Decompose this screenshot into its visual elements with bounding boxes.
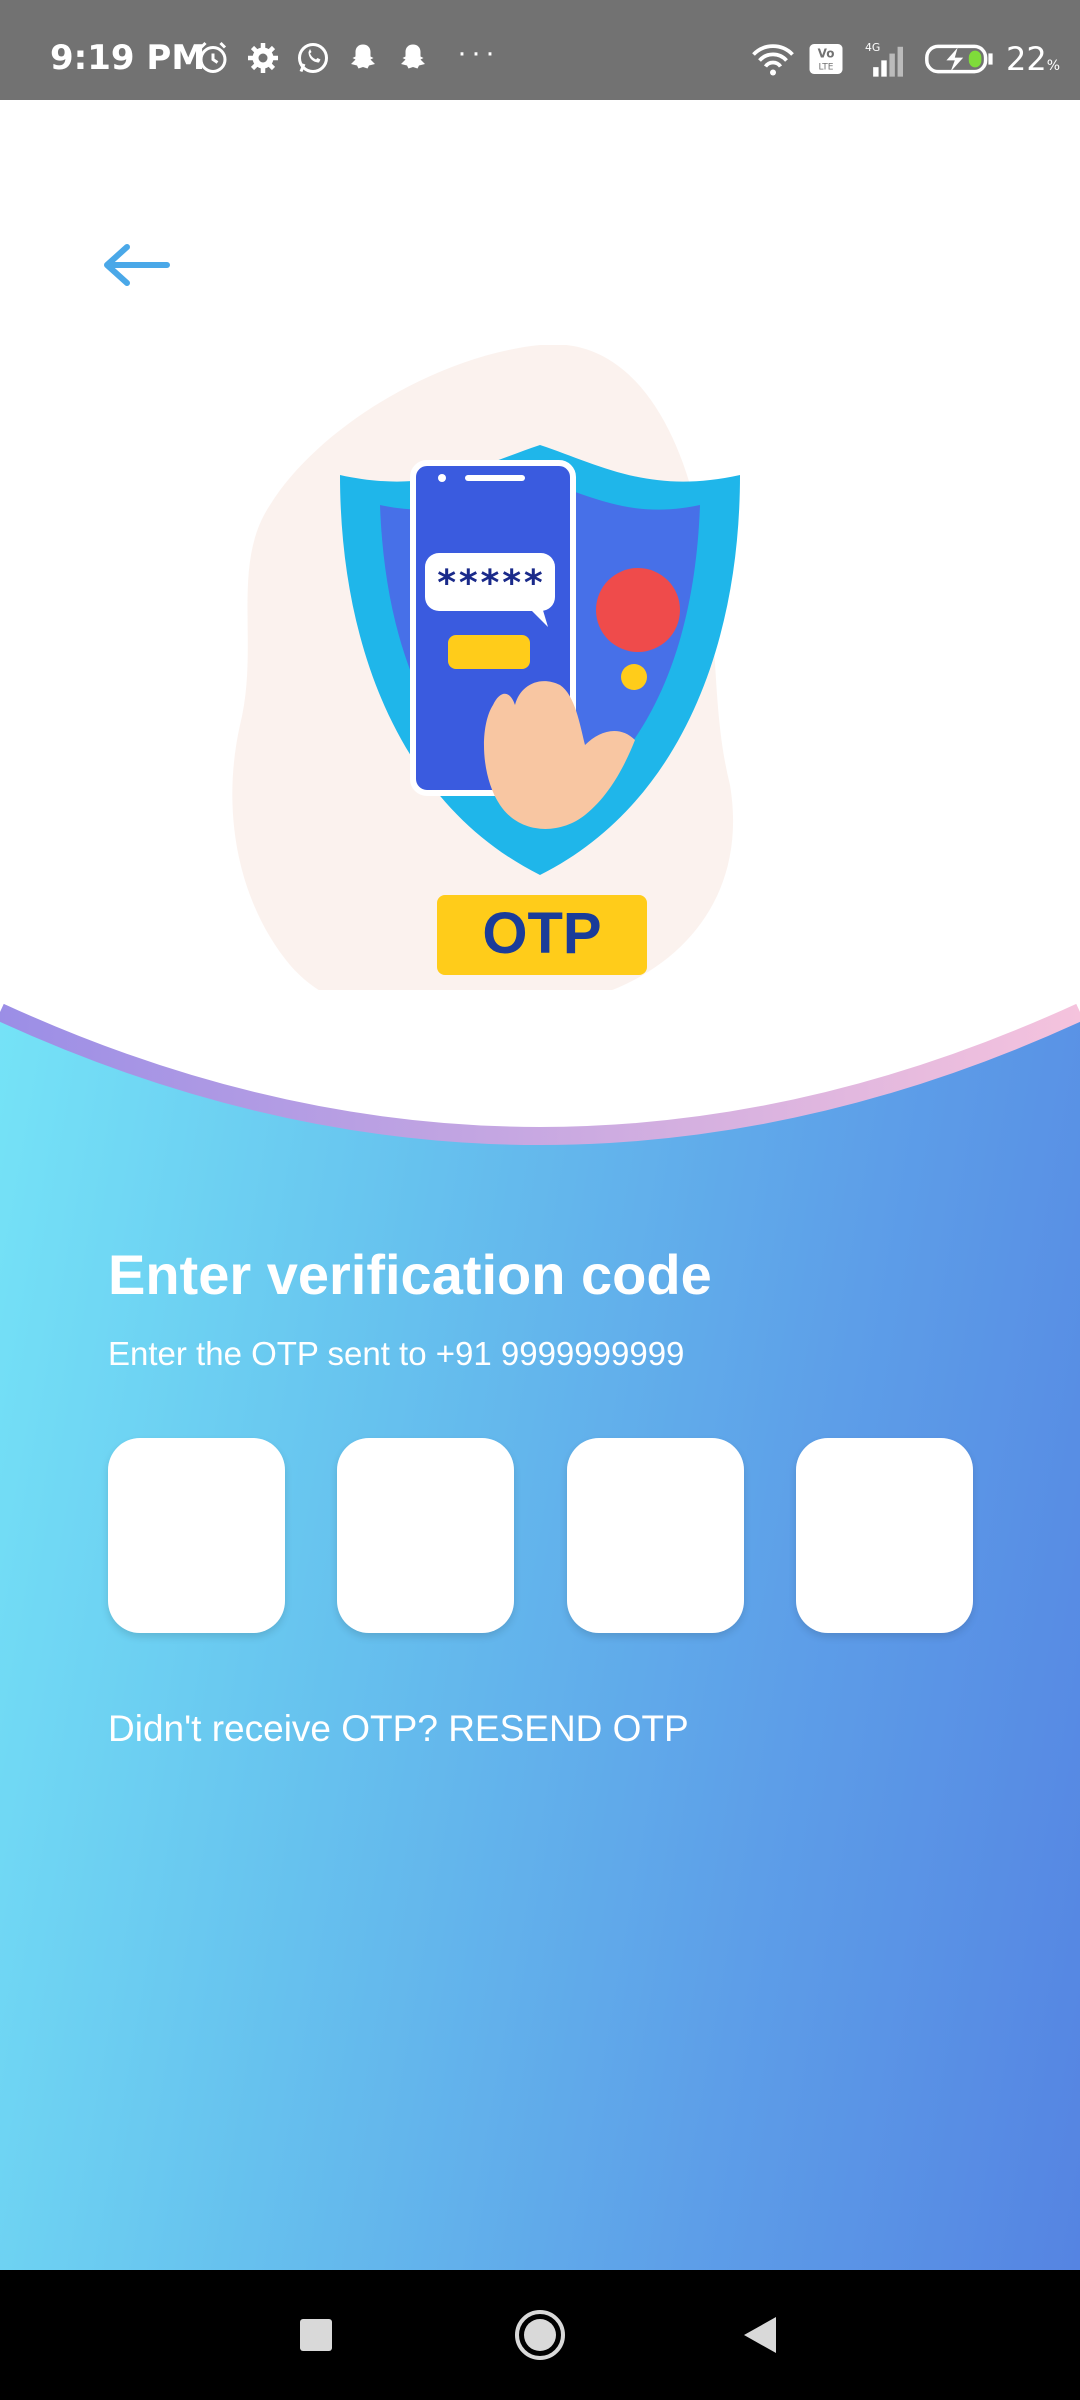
otp-badge-text: OTP: [482, 901, 601, 966]
snapchat-icon: [351, 44, 375, 69]
otp-illustration: ***** OTP: [232, 345, 740, 1020]
page-title: Enter verification code: [108, 1243, 712, 1306]
back-icon[interactable]: [730, 2305, 790, 2365]
alarm-icon: [199, 41, 227, 73]
status-left-icons: ···: [195, 36, 499, 76]
resend-row: Didn't receive OTP? RESEND OTP: [108, 1708, 689, 1750]
signal-icon: 4G: [865, 41, 903, 77]
settings-icon: [248, 43, 278, 73]
battery-percent: 22%: [1005, 40, 1060, 78]
home-icon[interactable]: [510, 2305, 570, 2365]
status-right-icons: Vo LTE 4G 22%: [750, 40, 1060, 78]
wave-divider: [0, 990, 1080, 1145]
resend-otp-link[interactable]: RESEND OTP: [448, 1708, 689, 1749]
message-stars: *****: [436, 563, 544, 604]
resend-prompt: Didn't receive OTP?: [108, 1708, 449, 1749]
status-time: 9:19 PM: [50, 38, 206, 78]
otp-digit-2-input[interactable]: [337, 1438, 515, 1633]
volte-icon: Vo LTE: [809, 44, 843, 74]
otp-input-row: [108, 1438, 973, 1633]
whatsapp-icon: [298, 43, 328, 73]
status-bar: 9:19 PM ··· Vo LTE 4G 22%: [0, 0, 1080, 100]
verification-panel: [0, 1000, 1080, 2270]
battery-charging-icon: [925, 44, 993, 74]
svg-text:4G: 4G: [865, 41, 880, 54]
otp-digit-1-input[interactable]: [108, 1438, 285, 1633]
navigation-bar: [0, 2270, 1080, 2400]
otp-sent-subtitle: Enter the OTP sent to +91 9999999999: [108, 1335, 685, 1372]
wifi-icon: [752, 44, 794, 76]
more-notifications-icon: ···: [457, 36, 499, 69]
back-arrow-icon[interactable]: [95, 235, 175, 295]
recent-apps-icon[interactable]: [286, 2305, 346, 2365]
svg-text:LTE: LTE: [818, 63, 833, 73]
svg-text:Vo: Vo: [818, 47, 835, 61]
snapchat-icon: [401, 44, 425, 69]
otp-digit-3-input[interactable]: [566, 1438, 744, 1633]
otp-digit-4-input[interactable]: [795, 1438, 973, 1633]
